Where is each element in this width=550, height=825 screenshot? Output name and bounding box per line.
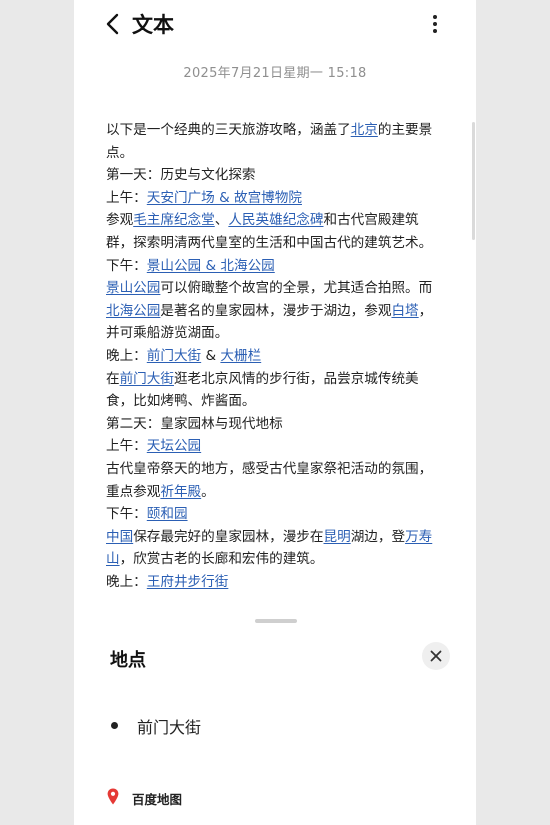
link-beihai-park[interactable]: 北海公园 xyxy=(106,303,160,319)
note-line: 第一天：历史与文化探索 xyxy=(106,167,256,184)
note-line: 第二天：皇家园林与现代地标 xyxy=(106,415,283,432)
chevron-left-icon[interactable] xyxy=(104,13,124,35)
link-china[interactable]: 中国 xyxy=(106,529,133,545)
close-button[interactable] xyxy=(422,642,450,670)
link-qianmen-street[interactable]: 前门大街 xyxy=(147,348,201,364)
link-jingshan-beihai[interactable]: 景山公园 & 北海公园 xyxy=(147,258,275,274)
sheet-drag-handle[interactable] xyxy=(255,619,297,623)
close-icon xyxy=(430,650,442,662)
note-line: 参观毛主席纪念堂、人民英雄纪念碑和古代宫殿建筑群，探索明清两代皇室的生活和中国古… xyxy=(106,212,433,251)
note-line: 晚上：王府井步行街 xyxy=(106,573,229,590)
note-line: 中国保存最完好的皇家园林，漫步在昆明湖边，登万寿山，欣赏古老的长廊和宏伟的建筑。 xyxy=(106,528,433,568)
note-line: 下午：颐和园 xyxy=(106,506,188,523)
note-line: 以下是一个经典的三天旅游攻略，涵盖了北京的主要景点。 xyxy=(106,122,433,161)
link-summer-palace[interactable]: 颐和园 xyxy=(147,506,188,522)
note-body[interactable]: 以下是一个经典的三天旅游攻略，涵盖了北京的主要景点。 第一天：历史与文化探索 上… xyxy=(106,119,438,593)
content-clip xyxy=(74,598,476,612)
link-tiananmen-forbidden-city[interactable]: 天安门广场 & 故宫博物院 xyxy=(147,190,302,206)
link-dashilan[interactable]: 大栅栏 xyxy=(220,348,261,364)
note-line: 在前门大街逛老北京风情的步行街，品尝京城传统美食，比如烤鸭、炸酱面。 xyxy=(106,370,419,410)
note-line: 上午：天坛公园 xyxy=(106,438,202,455)
phone-screen: 文本 2025年7月21日星期一 15:18 以下是一个经典的三天旅游攻略，涵盖… xyxy=(74,0,476,825)
link-monument-heroes[interactable]: 人民英雄纪念碑 xyxy=(228,212,323,228)
list-bullet xyxy=(111,722,118,729)
note-timestamp: 2025年7月21日星期一 15:18 xyxy=(183,66,367,81)
note-line: 古代皇帝祭天的地方，感受古代皇家祭祀活动的氛围，重点参观祈年殿。 xyxy=(106,460,433,500)
note-line: 晚上：前门大街 & 大栅栏 xyxy=(106,347,262,364)
link-wangfujing[interactable]: 王府井步行街 xyxy=(147,574,229,590)
location-item[interactable]: 前门大街 xyxy=(137,714,201,738)
link-temple-of-heaven[interactable]: 天坛公园 xyxy=(147,438,201,454)
location-sheet: 地点 前门大街 百度地图 xyxy=(74,612,476,825)
note-line: 上午：天安门广场 & 故宫博物院 xyxy=(106,189,302,206)
link-jingshan-park[interactable]: 景山公园 xyxy=(106,280,160,296)
note-line: 下午：景山公园 & 北海公园 xyxy=(106,257,275,274)
link-kunming-lake[interactable]: 昆明 xyxy=(324,529,351,545)
map-app-option[interactable]: 百度地图 xyxy=(132,789,182,808)
app-header: 文本 xyxy=(74,0,476,52)
scrollbar[interactable] xyxy=(472,122,475,240)
map-pin-icon xyxy=(107,788,119,805)
note-line: 景山公园可以俯瞰整个故宫的全景，尤其适合拍照。而北海公园是著名的皇家园林，漫步于… xyxy=(106,280,433,342)
link-white-pagoda[interactable]: 白塔 xyxy=(391,303,418,319)
link-mao-memorial[interactable]: 毛主席纪念堂 xyxy=(133,212,215,228)
link-beijing[interactable]: 北京 xyxy=(351,122,378,138)
link-qiniandian[interactable]: 祈年殿 xyxy=(160,484,201,500)
link-qianmen-street-2[interactable]: 前门大街 xyxy=(120,371,174,387)
sheet-title: 地点 xyxy=(110,650,146,671)
page-title: 文本 xyxy=(132,13,174,37)
more-vertical-icon[interactable] xyxy=(426,12,444,36)
